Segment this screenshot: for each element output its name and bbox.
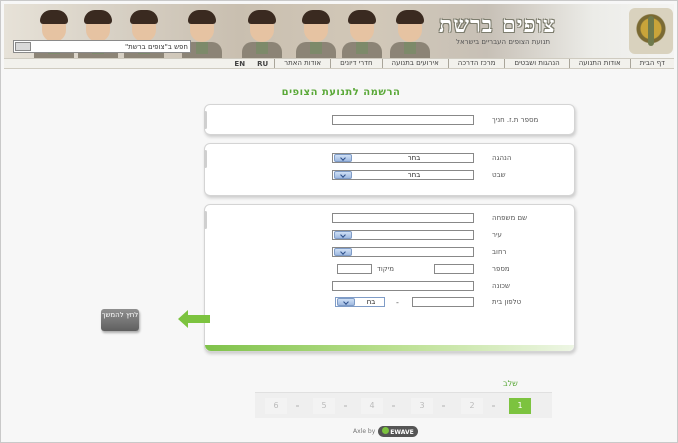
chevron-down-icon[interactable] [334,248,352,256]
step-separator [492,405,495,407]
nav-item-about-site[interactable]: אודות האתר [274,59,330,68]
panel-footer-accent [205,345,574,351]
banner-photo-person [240,8,284,58]
number-input[interactable] [434,264,474,274]
step-separator [296,405,299,407]
street-select[interactable] [332,247,474,257]
lang-en[interactable]: EN [228,60,251,68]
last-name-label: שם משפחה [492,214,528,222]
scouts-emblem-icon[interactable] [629,8,673,54]
id-label: מספר ת.ז. חניך [492,116,539,124]
region-panel: הנהגה בחר שבט בחר [204,143,575,196]
arrow-left-icon [178,310,210,328]
phone-prefix-select[interactable]: בח [335,297,385,307]
nav-item-training-center[interactable]: מרכז הדרכה [447,59,505,68]
ewave-logo-icon [382,427,390,434]
credit-text: Axle by [353,428,376,435]
banner-photo-person [340,8,384,58]
region-select[interactable]: בחר [332,153,474,163]
street-label: רחוב [492,248,507,256]
chevron-down-icon[interactable] [334,171,352,179]
nav-item-home[interactable]: דף הבית [629,59,674,68]
step-4[interactable]: 4 [361,398,383,414]
id-input[interactable] [332,115,474,125]
region-label: הנהגה [492,154,512,162]
last-name-input[interactable] [332,213,474,223]
city-label: עיר [492,231,502,239]
step-2[interactable]: 2 [461,398,483,414]
step-3[interactable]: 3 [411,398,433,414]
details-panel: שם משפחה עיר רחוב מספר מיקוד שכונה טלפון [204,204,575,352]
site-search [13,40,191,53]
banner-photo-person [294,8,338,58]
lang-ru[interactable]: RU [251,60,274,68]
zip-label: מיקוד [377,265,395,273]
phone-dash: - [396,298,399,307]
number-label: מספר [492,265,510,273]
banner-photo-person [388,8,432,58]
header-banner: צופים ברשת תנועת הצופים העבריים בישראל [4,4,674,58]
tribe-label: שבט [492,171,506,179]
search-input[interactable] [31,41,190,52]
logo-subtitle: תנועת הצופים העבריים בישראל [456,38,551,46]
step-5[interactable]: 5 [313,398,335,414]
step-1[interactable]: 1 [509,398,531,414]
chevron-down-icon[interactable] [337,298,355,306]
chevron-down-icon[interactable] [334,154,352,162]
step-separator [344,405,347,407]
step-separator [442,405,445,407]
step-separator [392,405,395,407]
zip-input[interactable] [337,264,372,274]
footer-credit: Axle by EWAVE [353,426,418,437]
continue-button[interactable]: לחץ להמשך [101,309,139,331]
step-label: שלב [503,379,518,388]
neighborhood-input[interactable] [332,281,474,291]
page-title: הרשמה לתנועת הצופים [281,87,401,98]
nav-item-forums[interactable]: חדרי דיונים [330,59,381,68]
nav-item-events[interactable]: אירועים בתנועה [381,59,448,68]
city-select[interactable] [332,230,474,240]
neighborhood-label: שכונה [492,282,510,290]
search-button[interactable] [15,42,31,51]
phone-label: טלפון בית [492,298,522,306]
step-progress: 6 5 4 3 2 1 [255,392,552,418]
nav-item-regions-tribes[interactable]: הנהגות ושבטים [504,59,568,68]
chevron-down-icon[interactable] [334,231,352,239]
step-6[interactable]: 6 [265,398,287,414]
page-frame: צופים ברשת תנועת הצופים העבריים בישראל ד… [0,0,678,443]
logo-title[interactable]: צופים ברשת [439,12,556,38]
main-nav: דף הבית אודות התנועה הנהגות ושבטים מרכז … [4,58,674,69]
tribe-select[interactable]: בחר [332,170,474,180]
id-panel: מספר ת.ז. חניך [204,104,575,135]
ewave-logo[interactable]: EWAVE [378,426,418,437]
nav-item-about-movement[interactable]: אודות התנועה [568,59,630,68]
phone-number-input[interactable] [412,297,474,307]
